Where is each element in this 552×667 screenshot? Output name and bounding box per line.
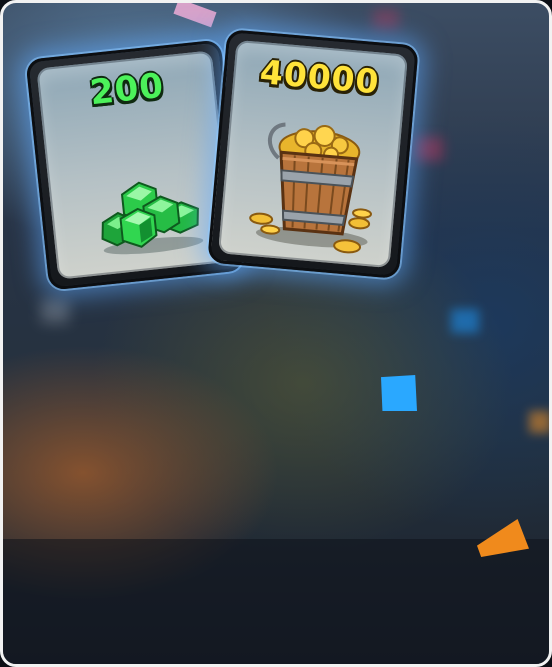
confetti-blur-white [41, 299, 69, 323]
gems-card-face: 200 [36, 50, 234, 280]
gems-amount: 200 [88, 65, 166, 114]
reward-panel: 200 40000 [0, 0, 552, 667]
confetti-blur-red [415, 137, 443, 161]
gems-icon [101, 181, 204, 255]
gold-reward-card: 40000 [207, 29, 419, 279]
gold-amount: 40000 [258, 52, 382, 102]
confetti-blue-piece [381, 375, 417, 411]
confetti-blur-orange [529, 411, 549, 433]
confetti-blur-blue [451, 309, 479, 333]
gold-card-face: 40000 [218, 39, 408, 269]
confetti-pink-piece [173, 3, 217, 28]
confetti-blur-red-2 [373, 9, 399, 29]
bottom-band [3, 539, 549, 664]
gold-bucket-icon [249, 122, 372, 254]
